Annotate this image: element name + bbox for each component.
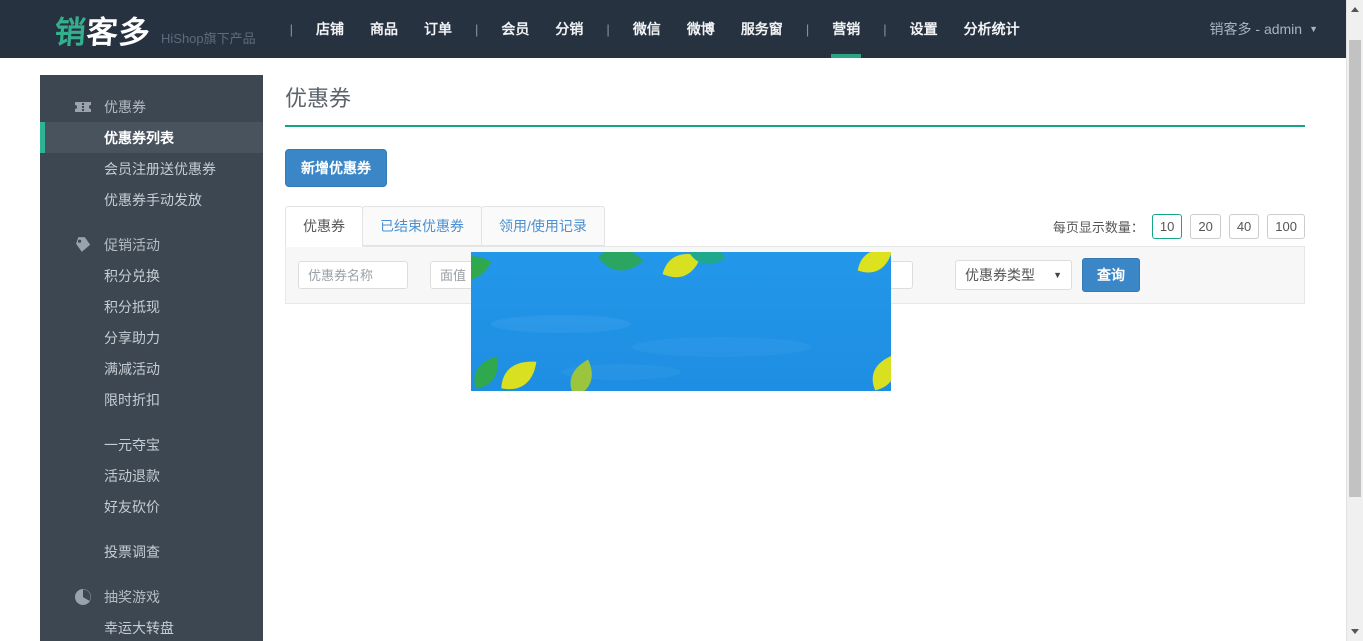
chevron-down-icon: ▼ (1309, 24, 1318, 34)
tab-coupons[interactable]: 优惠券 (285, 206, 363, 247)
tab-ended-coupons[interactable]: 已结束优惠券 (362, 206, 482, 246)
sidebar-item-points-cash[interactable]: 积分抵现 (40, 291, 263, 322)
price-tag-icon (74, 236, 92, 254)
page-size-label: 每页显示数量： (1053, 217, 1144, 236)
coupon-ticket-icon (74, 98, 92, 116)
title-divider (285, 125, 1305, 127)
sidebar-item-activity-refund[interactable]: 活动退款 (40, 460, 263, 491)
sidebar-item-register-coupon[interactable]: 会员注册送优惠券 (40, 153, 263, 184)
nav-divider: | (280, 22, 303, 37)
sidebar-item-friend-bargain[interactable]: 好友砍价 (40, 491, 263, 522)
nav-divider: | (596, 22, 619, 37)
vertical-scrollbar[interactable] (1346, 0, 1363, 641)
user-account-label: 销客多 - admin (1210, 19, 1303, 39)
nav-item-analytics[interactable]: 分析统计 (951, 0, 1033, 58)
page-title: 优惠券 (285, 75, 1305, 125)
nav-item-shop[interactable]: 店铺 (303, 0, 357, 58)
sidebar-item-one-yuan[interactable]: 一元夺宝 (40, 429, 263, 460)
sidebar: 优惠券 优惠券列表 会员注册送优惠券 优惠券手动发放 促销活动 积分兑换 积分抵… (40, 75, 263, 641)
app-logo[interactable]: 销客多 HiShop旗下产品 (55, 7, 256, 52)
nav-item-wechat[interactable]: 微信 (620, 0, 674, 58)
loading-banner-image (471, 252, 891, 391)
lottery-game-icon (74, 588, 92, 606)
sidebar-group-label: 促销活动 (104, 235, 160, 255)
page-size-control: 每页显示数量： 10 20 40 100 (1053, 214, 1305, 239)
sidebar-item-points-exchange[interactable]: 积分兑换 (40, 260, 263, 291)
nav-item-marketing[interactable]: 营销 (819, 0, 873, 58)
logo-chars-white: 客多 (86, 15, 152, 50)
user-account-dropdown[interactable]: 销客多 - admin ▼ (1210, 19, 1319, 39)
sidebar-group-promotions[interactable]: 促销活动 (40, 229, 263, 260)
nav-divider: | (465, 22, 488, 37)
nav-item-service-window[interactable]: 服务窗 (728, 0, 796, 58)
nav-item-members[interactable]: 会员 (488, 0, 542, 58)
logo-wordmark: 销客多 (53, 7, 152, 52)
sidebar-item-vote-survey[interactable]: 投票调查 (40, 536, 263, 567)
page-size-option-20[interactable]: 20 (1190, 214, 1220, 239)
sidebar-item-manual-coupon[interactable]: 优惠券手动发放 (40, 184, 263, 215)
main-nav-menu: | 店铺 商品 订单 | 会员 分销 | 微信 微博 服务窗 | 营销 | 设置… (280, 0, 1033, 58)
scroll-up-arrow-icon[interactable] (1351, 7, 1359, 12)
page-size-option-100[interactable]: 100 (1267, 214, 1305, 239)
top-navbar: 销客多 HiShop旗下产品 | 店铺 商品 订单 | 会员 分销 | 微信 微… (0, 0, 1363, 58)
page-size-option-10[interactable]: 10 (1152, 214, 1182, 239)
sidebar-group-label: 抽奖游戏 (104, 587, 160, 607)
add-coupon-button[interactable]: 新增优惠券 (285, 149, 387, 187)
nav-item-orders[interactable]: 订单 (411, 0, 465, 58)
sidebar-group-label: 优惠券 (104, 97, 146, 117)
sidebar-group-coupons[interactable]: 优惠券 (40, 91, 263, 122)
sidebar-item-flash-discount[interactable]: 限时折扣 (40, 384, 263, 415)
coupon-type-select[interactable]: 优惠券类型 ▼ (955, 260, 1072, 290)
nav-item-products[interactable]: 商品 (357, 0, 411, 58)
nav-item-settings[interactable]: 设置 (897, 0, 951, 58)
sidebar-item-lucky-wheel[interactable]: 幸运大转盘 (40, 612, 263, 641)
sidebar-item-coupon-list[interactable]: 优惠券列表 (40, 122, 263, 153)
scroll-down-arrow-icon[interactable] (1351, 629, 1359, 634)
logo-subtitle: HiShop旗下产品 (161, 28, 256, 47)
nav-item-weibo[interactable]: 微博 (674, 0, 728, 58)
nav-divider: | (796, 22, 819, 37)
search-button[interactable]: 查询 (1082, 258, 1140, 292)
coupon-type-select-value: 优惠券类型 (965, 265, 1035, 285)
nav-divider: | (873, 22, 896, 37)
scrollbar-thumb[interactable] (1349, 40, 1361, 497)
logo-char-teal: 销 (54, 15, 88, 50)
page-size-option-40[interactable]: 40 (1229, 214, 1259, 239)
tab-bar: 优惠券 已结束优惠券 领用/使用记录 每页显示数量： 10 20 40 100 (285, 209, 1305, 246)
sidebar-item-full-reduction[interactable]: 满减活动 (40, 353, 263, 384)
leaves-decoration (471, 252, 891, 391)
tab-usage-records[interactable]: 领用/使用记录 (481, 206, 605, 246)
coupon-name-input[interactable] (298, 261, 408, 289)
sidebar-item-share-boost[interactable]: 分享助力 (40, 322, 263, 353)
sidebar-group-lottery-games[interactable]: 抽奖游戏 (40, 581, 263, 612)
select-caret-icon: ▼ (1053, 270, 1062, 280)
nav-item-distribution[interactable]: 分销 (542, 0, 596, 58)
